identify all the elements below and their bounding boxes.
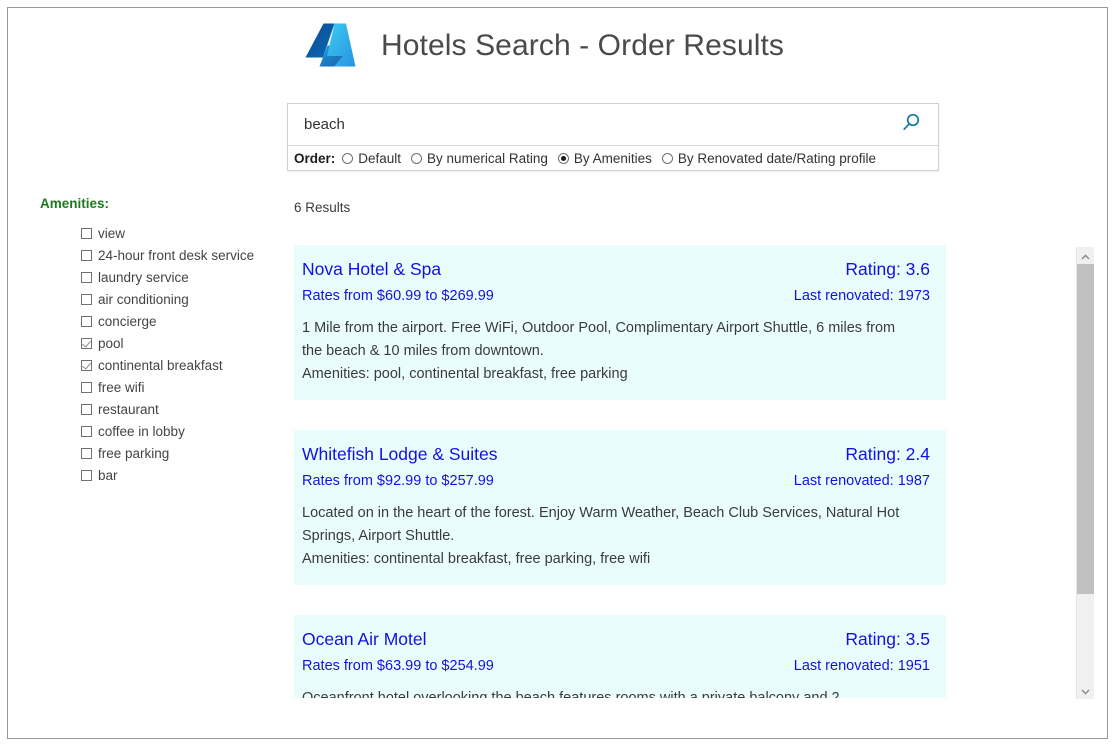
azure-logo-icon [299, 15, 361, 77]
checkbox-icon [81, 403, 92, 415]
hotel-amenities: Amenities: pool, continental breakfast, … [302, 366, 628, 382]
order-radio-amenities[interactable]: By Amenities [557, 150, 652, 166]
search-button[interactable] [896, 110, 926, 140]
hotel-description: Located on in the heart of the forest. E… [302, 505, 900, 544]
amenity-checkbox-coffee-in-lobby[interactable]: coffee in lobby [81, 420, 275, 442]
hotel-amenities: Amenities: continental breakfast, free p… [302, 551, 651, 567]
result-card-subheader: Rates from $60.99 to $269.99 Last renova… [302, 283, 930, 309]
scrollbar-thumb[interactable] [1077, 264, 1094, 594]
hotel-last-renovated: Last renovated: 1973 [793, 288, 930, 304]
app-window: Hotels Search - Order Results Order: Def… [7, 7, 1108, 739]
checkbox-icon [81, 469, 92, 481]
result-card[interactable]: Nova Hotel & Spa Rating: 3.6 Rates from … [294, 245, 946, 400]
amenity-checkbox-air-conditioning[interactable]: air conditioning [81, 288, 275, 310]
checkbox-icon [81, 249, 92, 261]
amenity-checkbox-24-hour-front-desk-service[interactable]: 24-hour front desk service [81, 244, 275, 266]
hotel-name-link[interactable]: Whitefish Lodge & Suites [302, 440, 498, 468]
scrollbar-up-button[interactable] [1077, 247, 1094, 264]
amenity-checkbox-view[interactable]: view [81, 222, 275, 244]
search-icon [900, 112, 922, 137]
radio-icon [411, 152, 423, 164]
hotel-rating: Rating: 3.6 [845, 259, 930, 279]
order-radio-label: Default [358, 150, 402, 166]
order-radio-label: By Amenities [573, 150, 652, 166]
result-card-header: Ocean Air Motel Rating: 3.5 [302, 625, 930, 653]
page-title: Hotels Search - Order Results [381, 29, 785, 62]
order-radio-label: By Renovated date/Rating profile [677, 150, 877, 166]
order-options-row: Order: Default By numerical Rating By Am… [288, 145, 938, 170]
amenity-checkbox-continental-breakfast[interactable]: continental breakfast [81, 354, 275, 376]
results-count: 6 Results [294, 200, 351, 215]
result-card-subheader: Rates from $92.99 to $257.99 Last renova… [302, 468, 930, 494]
hotel-last-renovated: Last renovated: 1987 [793, 473, 930, 489]
results-area: 6 Results Nova Hotel & Spa Rating: 3.6 R… [294, 198, 1084, 698]
amenity-label: restaurant [98, 401, 159, 417]
amenity-checkbox-laundry-service[interactable]: laundry service [81, 266, 275, 288]
amenity-label: bar [98, 467, 118, 483]
amenity-label: 24-hour front desk service [98, 247, 255, 263]
amenity-checkbox-free-wifi[interactable]: free wifi [81, 376, 275, 398]
app-header: Hotels Search - Order Results [299, 15, 784, 77]
hotel-rates: Rates from $92.99 to $257.99 [302, 473, 494, 489]
amenity-checkbox-concierge[interactable]: concierge [81, 310, 275, 332]
amenity-label: continental breakfast [98, 357, 223, 373]
order-radio-renovated-date[interactable]: By Renovated date/Rating profile [661, 150, 877, 166]
amenity-label: laundry service [98, 269, 189, 285]
amenity-checkbox-bar[interactable]: bar [81, 464, 275, 486]
scrollbar-track[interactable] [1077, 594, 1094, 682]
scrollbar-down-button[interactable] [1077, 682, 1094, 699]
amenity-label: view [98, 225, 126, 241]
checkbox-icon [81, 315, 92, 327]
radio-icon [557, 152, 569, 164]
search-input[interactable] [304, 116, 896, 133]
amenity-label: air conditioning [98, 291, 189, 307]
checkbox-icon [81, 425, 92, 437]
hotel-rating: Rating: 3.5 [845, 629, 930, 649]
amenities-filter-panel: Amenities: view 24-hour front desk servi… [35, 196, 275, 486]
checkbox-icon [81, 227, 92, 239]
hotel-rating: Rating: 2.4 [845, 444, 930, 464]
search-panel: Order: Default By numerical Rating By Am… [287, 103, 939, 171]
hotel-name-link[interactable]: Nova Hotel & Spa [302, 255, 441, 283]
amenity-checkbox-restaurant[interactable]: restaurant [81, 398, 275, 420]
hotel-description: Oceanfront hotel overlooking the beach f… [302, 690, 840, 698]
checkbox-icon [81, 381, 92, 393]
amenity-label: coffee in lobby [98, 423, 185, 439]
order-radio-default[interactable]: Default [342, 151, 401, 166]
result-card[interactable]: Ocean Air Motel Rating: 3.5 Rates from $… [294, 615, 946, 698]
amenity-label: pool [98, 335, 124, 351]
hotel-rates: Rates from $60.99 to $269.99 [302, 288, 494, 304]
results-scrollbar[interactable] [1076, 247, 1094, 699]
results-scroll-region[interactable]: Nova Hotel & Spa Rating: 3.6 Rates from … [294, 245, 1084, 698]
checkbox-icon [81, 447, 92, 459]
amenity-checkbox-pool[interactable]: pool [81, 332, 275, 354]
search-row [288, 104, 938, 145]
hotel-last-renovated: Last renovated: 1951 [793, 658, 930, 674]
result-card-header: Nova Hotel & Spa Rating: 3.6 [302, 255, 930, 283]
order-label: Order: [294, 150, 336, 166]
result-card-header: Whitefish Lodge & Suites Rating: 2.4 [302, 440, 930, 468]
checkbox-icon [81, 359, 92, 371]
amenities-title: Amenities: [40, 196, 110, 211]
result-card[interactable]: Whitefish Lodge & Suites Rating: 2.4 Rat… [294, 430, 946, 585]
checkbox-icon [81, 337, 92, 349]
amenity-checkbox-free-parking[interactable]: free parking [81, 442, 275, 464]
amenity-label: concierge [98, 313, 157, 329]
radio-icon [342, 152, 354, 164]
results-list: Nova Hotel & Spa Rating: 3.6 Rates from … [294, 245, 946, 698]
result-card-subheader: Rates from $63.99 to $254.99 Last renova… [302, 653, 930, 679]
checkbox-icon [81, 293, 92, 305]
order-radio-label: By numerical Rating [427, 150, 548, 166]
order-radio-numerical-rating[interactable]: By numerical Rating [411, 151, 548, 166]
amenity-label: free wifi [98, 379, 145, 395]
radio-icon [661, 152, 673, 164]
hotel-description: 1 Mile from the airport. Free WiFi, Outd… [302, 320, 896, 359]
hotel-name-link[interactable]: Ocean Air Motel [302, 625, 427, 653]
amenity-label: free parking [98, 445, 170, 461]
checkbox-icon [81, 271, 92, 283]
chevron-up-icon [1081, 247, 1090, 265]
chevron-down-icon [1081, 682, 1090, 700]
amenities-list: view 24-hour front desk service laundry … [81, 222, 275, 486]
hotel-rates: Rates from $63.99 to $254.99 [302, 658, 494, 674]
